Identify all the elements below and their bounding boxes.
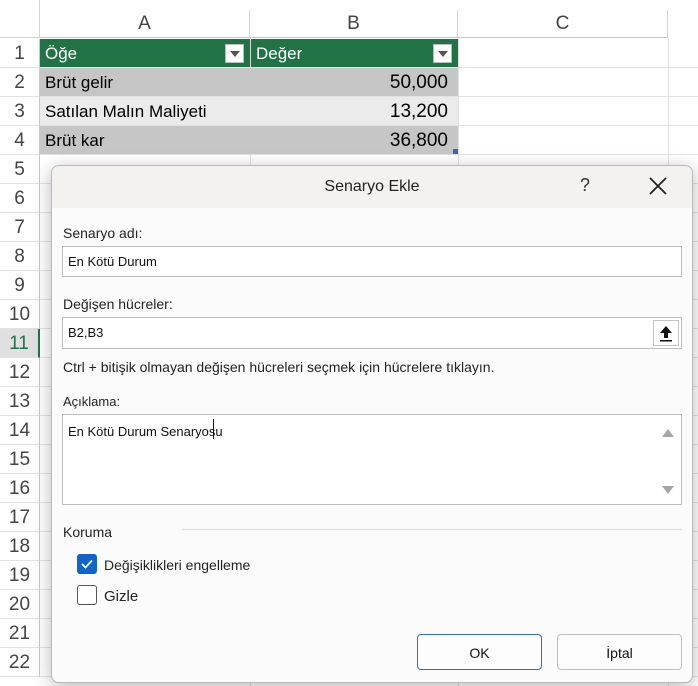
add-scenario-dialog: Senaryo Ekle ? Senaryo adı: En Kötü Duru…	[51, 165, 693, 683]
dialog-titlebar[interactable]: Senaryo Ekle ?	[52, 166, 692, 208]
protection-label: Koruma	[63, 524, 113, 540]
row-header[interactable]: 5	[0, 155, 40, 184]
comment-text: En Kötü Durum Senaryosu	[68, 424, 223, 439]
filter-dropdown-icon[interactable]	[225, 44, 244, 63]
row-header[interactable]: 14	[0, 416, 40, 445]
row-header[interactable]: 11	[0, 329, 40, 358]
row-header[interactable]: 1	[0, 39, 40, 68]
comment-label: Açıklama:	[63, 394, 121, 409]
filter-dropdown-icon[interactable]	[433, 44, 452, 63]
table-header-value-label: Değer	[256, 44, 303, 63]
row-header[interactable]: 19	[0, 561, 40, 590]
row-header[interactable]: 22	[0, 648, 40, 677]
scenario-name-input[interactable]: En Kötü Durum	[62, 246, 682, 277]
row-header[interactable]: 4	[0, 126, 40, 155]
protection-divider	[182, 529, 682, 530]
comment-scrollbar[interactable]	[655, 415, 681, 504]
close-icon[interactable]	[646, 174, 670, 198]
row-header[interactable]: 20	[0, 590, 40, 619]
table-cell-item[interactable]: Satılan Malın Maliyeti	[40, 97, 250, 125]
prevent-changes-checkbox[interactable]	[77, 554, 97, 574]
row-header[interactable]: 17	[0, 503, 40, 532]
collapse-dialog-button[interactable]	[653, 320, 679, 346]
row-header[interactable]: 21	[0, 619, 40, 648]
upload-arrow-icon	[660, 326, 672, 342]
cancel-button[interactable]: İptal	[557, 634, 682, 670]
select-all-corner[interactable]	[0, 0, 40, 38]
row-gridline	[40, 154, 698, 155]
changing-cells-value: B2,B3	[68, 325, 104, 340]
table-cell-value[interactable]: 13,200	[250, 97, 458, 125]
table-header-item[interactable]: Öğe	[40, 39, 250, 67]
row-header[interactable]: 2	[0, 68, 40, 97]
dialog-title: Senaryo Ekle	[324, 178, 420, 195]
row-header[interactable]: 16	[0, 474, 40, 503]
row-header[interactable]: 10	[0, 300, 40, 329]
row-header[interactable]: 8	[0, 242, 40, 271]
column-header-c[interactable]: C	[458, 10, 668, 38]
table-header-value[interactable]: Değer	[250, 39, 458, 67]
changing-cells-hint: Ctrl + bitişik olmayan değişen hücreleri…	[63, 359, 495, 375]
text-cursor	[213, 419, 214, 439]
prevent-changes-label[interactable]: Değişiklikleri engelleme	[104, 557, 250, 573]
column-header-a[interactable]: A	[40, 10, 250, 38]
checkmark-icon	[81, 559, 93, 569]
row-header[interactable]: 9	[0, 271, 40, 300]
help-button[interactable]: ?	[580, 175, 590, 196]
scenario-name-label: Senaryo adı:	[63, 225, 143, 241]
ok-button[interactable]: OK	[417, 634, 542, 670]
row-header[interactable]: 3	[0, 97, 40, 126]
row-header[interactable]: 15	[0, 445, 40, 474]
hide-checkbox[interactable]	[77, 585, 97, 605]
row-header[interactable]: 12	[0, 358, 40, 387]
table-resize-handle[interactable]	[453, 149, 458, 154]
table-cell-value[interactable]: 36,800	[250, 126, 458, 154]
row-header[interactable]: 6	[0, 184, 40, 213]
column-header-b[interactable]: B	[250, 10, 458, 38]
comment-textarea[interactable]: En Kötü Durum Senaryosu	[62, 414, 682, 505]
table-cell-item[interactable]: Brüt kar	[40, 126, 250, 154]
row-header[interactable]: 13	[0, 387, 40, 416]
changing-cells-input[interactable]: B2,B3	[62, 317, 682, 349]
scroll-down-icon[interactable]	[662, 486, 674, 494]
row-header[interactable]: 7	[0, 213, 40, 242]
row-header[interactable]: 18	[0, 532, 40, 561]
table-header-item-label: Öğe	[45, 44, 78, 63]
table-cell-value[interactable]: 50,000	[250, 68, 458, 96]
hide-label[interactable]: Gizle	[104, 588, 138, 605]
scroll-up-icon[interactable]	[662, 429, 674, 437]
changing-cells-label: Değişen hücreler:	[63, 296, 173, 312]
table-cell-item[interactable]: Brüt gelir	[40, 68, 250, 96]
